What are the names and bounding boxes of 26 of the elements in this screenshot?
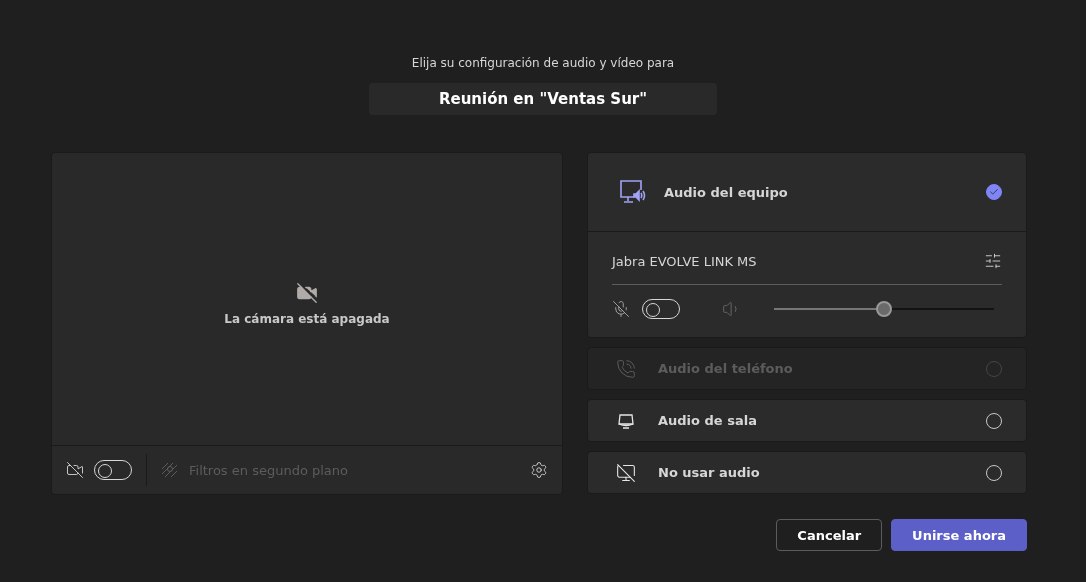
device-name: Jabra EVOLVE LINK MS bbox=[612, 253, 757, 269]
option-label: Audio del equipo bbox=[664, 184, 789, 200]
filters-icon bbox=[161, 462, 179, 478]
option-label: Audio de sala bbox=[658, 413, 758, 428]
join-button[interactable]: Unirse ahora bbox=[891, 519, 1027, 551]
device-settings-icon[interactable] bbox=[984, 252, 1002, 270]
monitor-off-icon bbox=[616, 462, 636, 483]
camera-off-icon bbox=[66, 461, 84, 479]
phone-icon bbox=[616, 358, 636, 379]
subtitle: Elija su configuración de audio y vídeo para bbox=[411, 56, 675, 72]
meeting-title: Reunión en "Ventas Sur" bbox=[369, 83, 717, 115]
volume-slider[interactable] bbox=[774, 300, 994, 318]
cancel-button[interactable]: Cancelar bbox=[776, 519, 883, 551]
radio-button[interactable] bbox=[986, 184, 1002, 200]
camera-off-text: La cámara está apagada bbox=[224, 312, 390, 326]
option-label: No usar audio bbox=[658, 465, 761, 480]
audio-option[interactable]: No usar audio bbox=[587, 451, 1027, 494]
camera-off-icon bbox=[296, 282, 318, 304]
volume-thumb[interactable] bbox=[876, 301, 892, 317]
audio-option[interactable]: Audio de sala bbox=[587, 399, 1027, 442]
computer-speaker-icon bbox=[618, 178, 646, 206]
settings-icon[interactable] bbox=[530, 461, 548, 479]
option-label: Audio del teléfono bbox=[658, 361, 794, 376]
mic-off-icon bbox=[612, 300, 630, 318]
check-icon bbox=[989, 187, 999, 197]
audio-option[interactable]: Audio del equipo Jabra EVOLVE LINK MS bbox=[587, 152, 1027, 338]
